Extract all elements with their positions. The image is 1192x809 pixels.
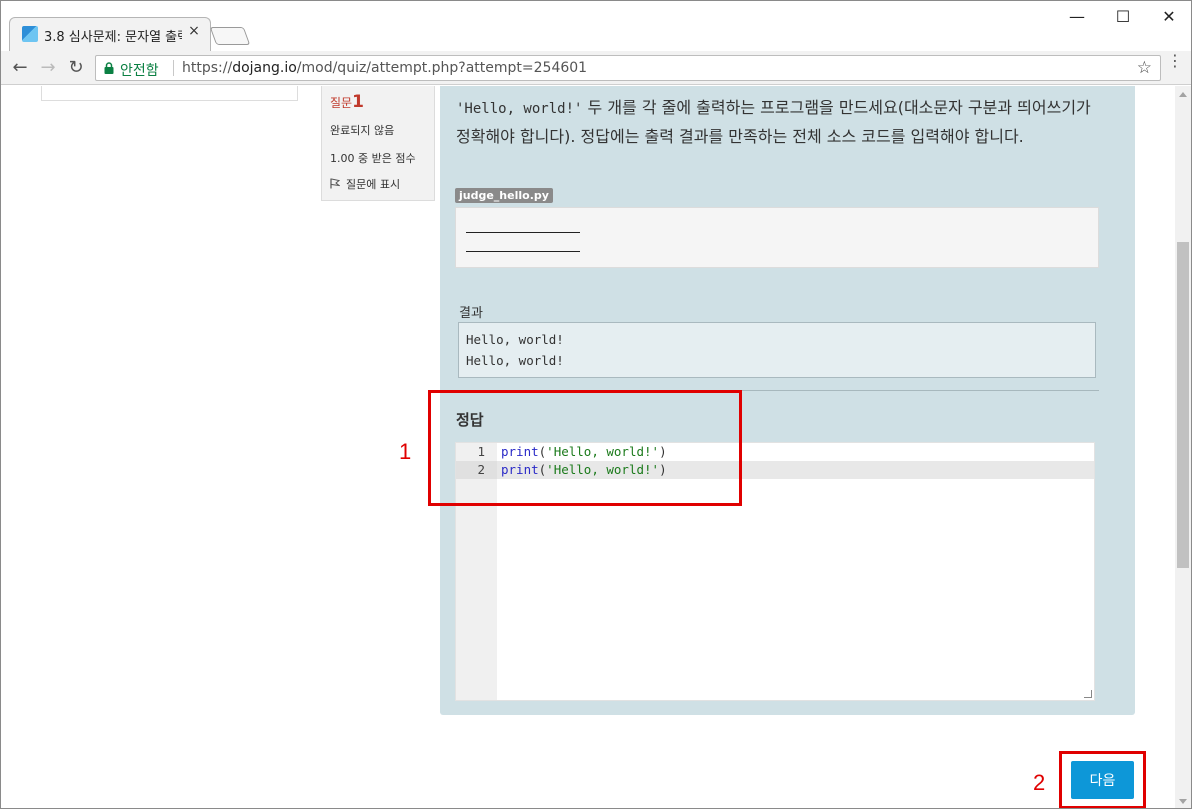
site-favicon-icon: [22, 26, 38, 42]
browser-window: 3.8 심사문제: 문자열 출력 × — ☐ ✕ ← → ↻ 안전함 https…: [0, 0, 1192, 809]
resize-handle-icon[interactable]: [1084, 690, 1092, 698]
tab-active[interactable]: 3.8 심사문제: 문자열 출력 ×: [9, 17, 211, 51]
secure-label: 안전함: [120, 63, 159, 79]
url-path: /mod/quiz/attempt.php?attempt=254601: [296, 60, 588, 76]
new-tab-button[interactable]: [209, 27, 251, 45]
question-state: 완료되지 않음: [330, 124, 395, 137]
question-number: 질문1: [330, 92, 364, 112]
annotation-label-1: 1: [399, 439, 412, 464]
question-text: 'Hello, world!' 두 개를 각 줄에 출력하는 프로그램을 만드세…: [456, 94, 1106, 150]
scroll-thumb[interactable]: [1177, 242, 1189, 568]
scroll-up-icon[interactable]: [1179, 92, 1187, 97]
blank-line: [466, 251, 580, 252]
minimize-button[interactable]: —: [1057, 7, 1097, 27]
result-line: Hello, world!: [466, 353, 564, 368]
close-window-button[interactable]: ✕: [1149, 7, 1189, 27]
bookmark-star-icon[interactable]: ☆: [1137, 58, 1152, 78]
reload-button[interactable]: ↻: [65, 57, 87, 79]
question-label: 질문: [330, 96, 353, 110]
page-content: 질문1 완료되지 않음 1.00 중 받은 점수 질문에 표시 'Hello, …: [1, 86, 1175, 808]
back-button[interactable]: ←: [9, 57, 31, 79]
tab-strip: 3.8 심사문제: 문자열 출력 × — ☐ ✕: [1, 1, 1191, 51]
question-grade: 1.00 중 받은 점수: [330, 152, 416, 165]
judge-file-label: judge_hello.py: [455, 188, 553, 203]
result-label: 결과: [459, 306, 483, 321]
result-output: Hello, world! Hello, world!: [458, 322, 1096, 378]
tab-title: 3.8 심사문제: 문자열 출력: [44, 30, 182, 45]
url-text[interactable]: https://dojang.io/mod/quiz/attempt.php?a…: [182, 60, 587, 76]
flag-icon: [330, 178, 340, 189]
lock-icon: [104, 62, 114, 74]
url-host: dojang.io: [232, 60, 297, 76]
question-number-value: 1: [352, 92, 364, 112]
url-scheme: https://: [182, 60, 233, 76]
annotation-box-1: [428, 390, 742, 506]
maximize-button[interactable]: ☐: [1103, 7, 1143, 27]
left-panel-box: [41, 86, 298, 101]
browser-toolbar: ← → ↻ 안전함 https://dojang.io/mod/quiz/att…: [1, 51, 1191, 85]
forward-button[interactable]: →: [37, 57, 59, 79]
page-scrollbar[interactable]: [1175, 86, 1191, 808]
judge-code-box: [455, 207, 1099, 268]
question-inline-code: 'Hello, world!': [456, 101, 583, 117]
tab-close-icon[interactable]: ×: [186, 23, 202, 39]
flag-question-link[interactable]: 질문에 표시: [330, 176, 400, 192]
blank-line: [466, 232, 580, 233]
annotation-box-2: [1059, 751, 1146, 808]
address-separator: [173, 60, 174, 76]
address-bar[interactable]: 안전함 https://dojang.io/mod/quiz/attempt.p…: [95, 55, 1161, 81]
browser-menu-icon[interactable]: ⋮: [1167, 53, 1183, 69]
result-line: Hello, world!: [466, 332, 564, 347]
question-info-panel: 질문1 완료되지 않음 1.00 중 받은 점수 질문에 표시: [321, 86, 435, 201]
flag-label: 질문에 표시: [346, 178, 401, 191]
annotation-label-2: 2: [1033, 770, 1046, 795]
scroll-down-icon[interactable]: [1179, 799, 1187, 804]
